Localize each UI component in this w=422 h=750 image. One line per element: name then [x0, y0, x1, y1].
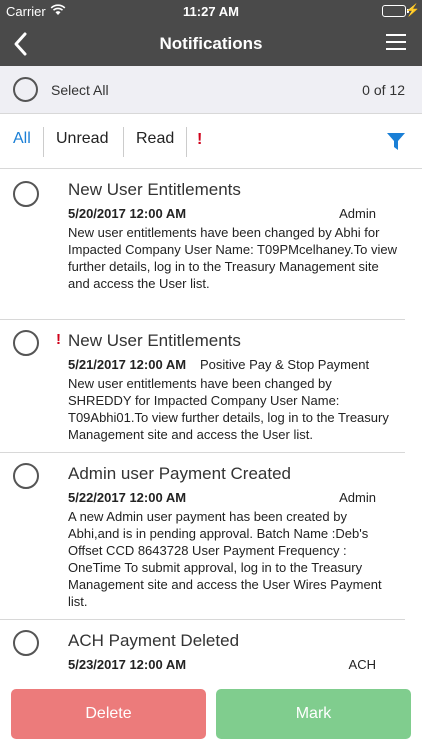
page-title: Notifications	[159, 34, 263, 53]
delete-button[interactable]: Delete	[11, 689, 206, 739]
tab-divider	[186, 127, 187, 157]
notification-category: Admin	[339, 490, 376, 505]
tab-divider	[123, 127, 124, 157]
charging-icon: ⚡	[405, 3, 420, 17]
notification-category: Admin	[339, 206, 376, 221]
select-all-bar: Select All 0 of 12	[0, 66, 422, 114]
navigation-bar: Notifications	[0, 22, 422, 66]
hamburger-menu-icon[interactable]	[386, 34, 406, 52]
notification-list: New User Entitlements 5/20/2017 12:00 AM…	[0, 169, 422, 684]
notification-radio[interactable]	[13, 463, 39, 489]
notification-radio[interactable]	[13, 330, 39, 356]
notification-item[interactable]: Admin user Payment Created 5/22/2017 12:…	[0, 453, 422, 620]
notification-item[interactable]: New User Entitlements 5/20/2017 12:00 AM…	[0, 169, 422, 321]
clock-time: 11:27 AM	[183, 4, 239, 19]
mark-button[interactable]: Mark	[216, 689, 411, 739]
filter-tabs: All Unread Read !	[0, 114, 422, 169]
notification-body: New user entitlements have been changed …	[68, 376, 389, 442]
battery-icon	[382, 5, 406, 17]
notification-category: Positive Pay & Stop Payment	[200, 357, 370, 372]
status-bar: Carrier 11:27 AM ⚡	[0, 0, 422, 22]
notification-body: New user entitlements have been changed …	[68, 225, 397, 291]
notification-title: New User Entitlements	[68, 180, 241, 199]
notification-date: 5/23/2017 12:00 AM	[68, 657, 187, 672]
notification-title: Admin user Payment Created	[68, 464, 291, 483]
selection-count: 0 of 12	[362, 82, 405, 98]
tab-divider	[43, 127, 44, 157]
notification-date: 5/22/2017 12:00 AM	[68, 490, 187, 505]
notification-date: 5/21/2017 12:00 AM	[68, 357, 187, 372]
tab-read[interactable]: Read	[136, 130, 174, 148]
filter-icon[interactable]	[387, 133, 405, 151]
notification-category: ACH	[348, 657, 376, 672]
notification-date: 5/20/2017 12:00 AM	[68, 206, 187, 221]
tab-all[interactable]: All	[13, 130, 31, 148]
tab-unread[interactable]: Unread	[56, 130, 108, 148]
notification-radio[interactable]	[13, 181, 39, 207]
notification-radio[interactable]	[13, 630, 39, 656]
notification-item[interactable]: ! New User Entitlements 5/21/2017 12:00 …	[0, 320, 422, 453]
select-all-radio[interactable]	[13, 77, 38, 102]
notification-title: New User Entitlements	[68, 331, 241, 350]
priority-indicator: !	[56, 331, 61, 348]
notification-item[interactable]: ACH Payment Deleted 5/23/2017 12:00 AM A…	[0, 620, 422, 684]
action-bar: Delete Mark	[0, 684, 422, 750]
tab-priority[interactable]: !	[197, 131, 202, 149]
notification-body: A new Admin user payment has been create…	[68, 509, 382, 609]
notification-title: ACH Payment Deleted	[68, 631, 240, 650]
select-all-label[interactable]: Select All	[51, 82, 109, 98]
